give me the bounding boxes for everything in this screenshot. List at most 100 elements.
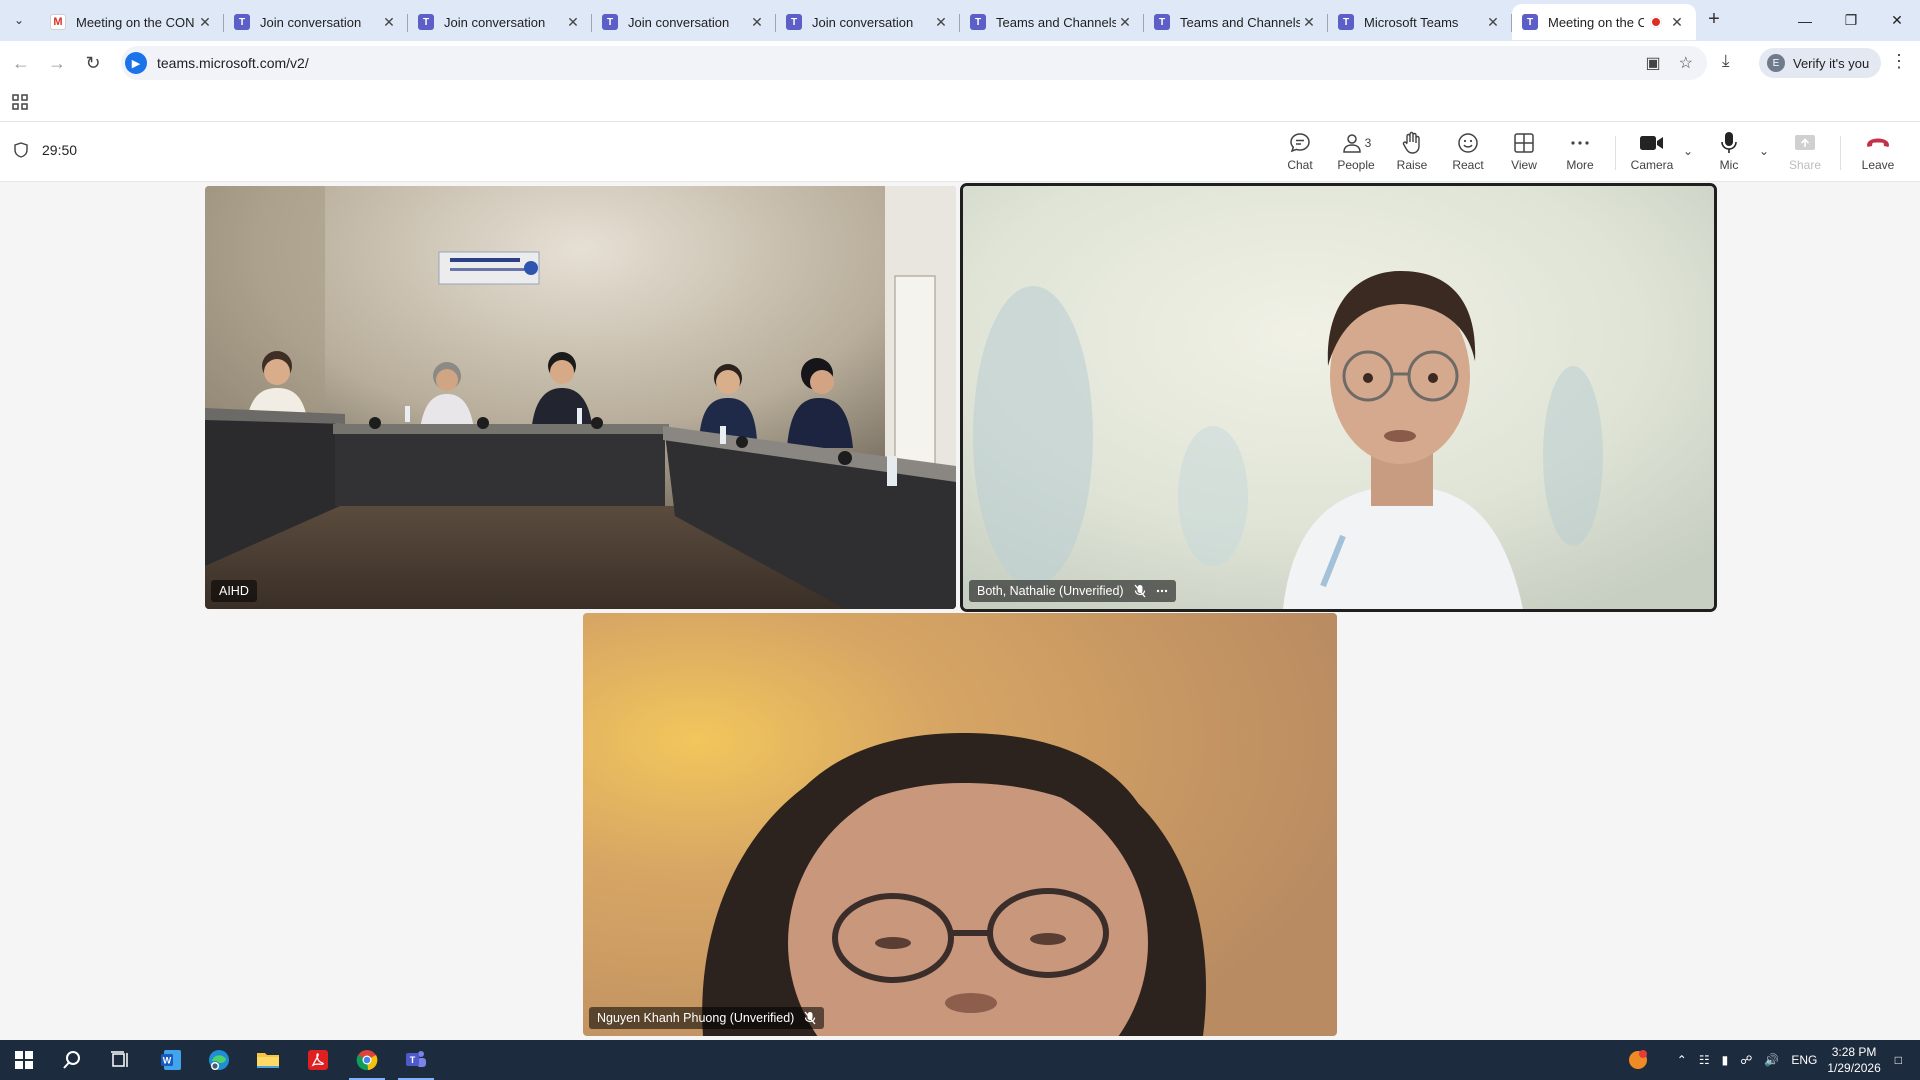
chat-label: Chat [1287, 158, 1313, 172]
camera-label: Camera [1630, 158, 1674, 172]
raise-label: Raise [1396, 158, 1428, 172]
close-tab-icon[interactable]: ✕ [748, 14, 766, 31]
teams-icon: T [1338, 14, 1354, 30]
tab-title: Join conversation [260, 14, 362, 30]
address-bar[interactable]: ▶ teams.microsoft.com/v2/ ▣ ☆ [121, 46, 1707, 80]
action-center-icon[interactable]: □ [1895, 1053, 1902, 1067]
browser-menu-icon[interactable]: ⋮ [1890, 51, 1908, 72]
camera-options-chevron-icon[interactable]: ⌄ [1683, 144, 1693, 158]
wifi-icon[interactable]: ☍ [1740, 1053, 1752, 1067]
react-button[interactable]: React [1440, 130, 1496, 178]
teams-icon: T [234, 14, 250, 30]
site-info-icon[interactable]: ▶ [125, 52, 147, 74]
react-label: React [1452, 158, 1484, 172]
mic-options-chevron-icon[interactable]: ⌄ [1759, 144, 1769, 158]
camera-icon [1640, 136, 1663, 150]
browser-tab[interactable]: T Join conversation ✕ [592, 4, 776, 40]
tab-search-chevron-icon[interactable]: ⌄ [6, 8, 32, 32]
volume-icon[interactable]: 🔊 [1764, 1053, 1779, 1067]
close-tab-icon[interactable]: ✕ [1668, 14, 1686, 31]
bookmarks-bar [0, 85, 1920, 122]
webcam-video-nguyen [583, 613, 1337, 1036]
show-hidden-icons-icon[interactable]: ⌃ [1677, 1053, 1687, 1067]
window-controls: — ❐ ✕ [1782, 0, 1920, 41]
participant-name-tag: AIHD [211, 580, 257, 602]
network-icon[interactable]: ☷ [1699, 1053, 1710, 1067]
teams-icon[interactable]: T [392, 1040, 440, 1080]
url-text: teams.microsoft.com/v2/ [157, 55, 309, 71]
task-view-icon[interactable] [96, 1040, 144, 1080]
restore-icon[interactable]: ❐ [1828, 0, 1874, 41]
shield-icon [14, 142, 28, 158]
close-window-icon[interactable]: ✕ [1874, 0, 1920, 41]
browser-tab[interactable]: T Join conversation ✕ [224, 4, 408, 40]
control-divider [1840, 136, 1841, 170]
clock-time: 3:28 PM [1831, 1045, 1877, 1059]
gmail-icon: M [50, 14, 66, 30]
share-button[interactable]: Share [1777, 130, 1833, 178]
download-icon[interactable]: ⤓ [1722, 51, 1730, 71]
tab-title: Teams and Channels [1180, 14, 1300, 30]
chat-button[interactable]: Chat [1272, 130, 1328, 178]
verify-profile-button[interactable]: E Verify it's you [1759, 48, 1882, 78]
close-tab-icon[interactable]: ✕ [1116, 14, 1134, 31]
new-tab-button[interactable]: + [1702, 8, 1726, 31]
participant-options-icon[interactable] [1156, 589, 1168, 593]
windows-taskbar: W T ⌃ ☷ ▮ ☍ 🔊 ENG 3:28 PM 1/29/2026 □ [0, 1040, 1920, 1080]
notification-app-icon[interactable] [1627, 1049, 1649, 1071]
tab-title: Join conversation [444, 14, 546, 30]
install-app-icon[interactable]: ▣ [1646, 53, 1661, 73]
svg-text:T: T [410, 1055, 416, 1065]
clock-date: 1/29/2026 [1827, 1061, 1881, 1075]
browser-tab-active[interactable]: T Meeting on the C ✕ [1512, 4, 1696, 40]
close-tab-icon[interactable]: ✕ [380, 14, 398, 31]
file-explorer-icon[interactable] [244, 1040, 292, 1080]
leave-button[interactable]: Leave [1850, 130, 1906, 178]
camera-button[interactable]: Camera [1624, 130, 1680, 178]
back-arrow-icon[interactable]: ← [9, 51, 33, 75]
close-tab-icon[interactable]: ✕ [932, 14, 950, 31]
more-label: More [1566, 158, 1594, 172]
bookmark-star-icon[interactable]: ☆ [1679, 53, 1693, 73]
mic-muted-icon [1134, 584, 1146, 598]
mic-button[interactable]: Mic [1701, 130, 1757, 178]
people-button[interactable]: 3 People [1328, 130, 1384, 178]
chat-icon [1290, 133, 1310, 153]
browser-tab[interactable]: T Teams and Channels ✕ [960, 4, 1144, 40]
system-tray: ⌃ ☷ ▮ ☍ 🔊 ENG 3:28 PM 1/29/2026 □ [1627, 1040, 1920, 1080]
close-tab-icon[interactable]: ✕ [1300, 14, 1318, 31]
recording-indicator-icon [1650, 16, 1662, 28]
close-tab-icon[interactable]: ✕ [564, 14, 582, 31]
raise-hand-button[interactable]: Raise [1384, 130, 1440, 178]
more-button[interactable]: More [1552, 130, 1608, 178]
browser-tab[interactable]: T Teams and Channels ✕ [1144, 4, 1328, 40]
browser-tab[interactable]: T Join conversation ✕ [776, 4, 960, 40]
mic-muted-icon [804, 1011, 816, 1025]
edge-icon[interactable] [195, 1040, 243, 1080]
language-indicator[interactable]: ENG [1791, 1053, 1817, 1067]
acrobat-icon[interactable] [294, 1040, 342, 1080]
apps-grid-icon[interactable] [12, 94, 28, 115]
battery-icon[interactable]: ▮ [1722, 1053, 1729, 1067]
video-tile-aihd[interactable]: AIHD [205, 186, 956, 609]
clock[interactable]: 3:28 PM 1/29/2026 [1827, 1044, 1880, 1076]
participant-name: Nguyen Khanh Phuong (Unverified) [597, 1011, 795, 1025]
chrome-icon[interactable] [343, 1040, 391, 1080]
forward-arrow-icon[interactable]: → [45, 51, 69, 75]
close-tab-icon[interactable]: ✕ [196, 14, 214, 31]
video-tile-nguyen[interactable]: Nguyen Khanh Phuong (Unverified) [583, 613, 1337, 1036]
search-icon[interactable] [48, 1040, 96, 1080]
mic-icon [1721, 132, 1737, 153]
browser-tab[interactable]: M Meeting on the CON ✕ [40, 4, 224, 40]
control-divider [1615, 136, 1616, 170]
mic-label: Mic [1719, 158, 1739, 172]
browser-tab[interactable]: T Microsoft Teams ✕ [1328, 4, 1512, 40]
reload-icon[interactable]: ↻ [81, 51, 105, 75]
start-icon[interactable] [0, 1040, 48, 1080]
browser-tab[interactable]: T Join conversation ✕ [408, 4, 592, 40]
word-icon[interactable]: W [147, 1040, 195, 1080]
close-tab-icon[interactable]: ✕ [1484, 14, 1502, 31]
view-button[interactable]: View [1496, 130, 1552, 178]
video-tile-nathalie[interactable]: Both, Nathalie (Unverified) [963, 186, 1714, 609]
minimize-icon[interactable]: — [1782, 0, 1828, 41]
